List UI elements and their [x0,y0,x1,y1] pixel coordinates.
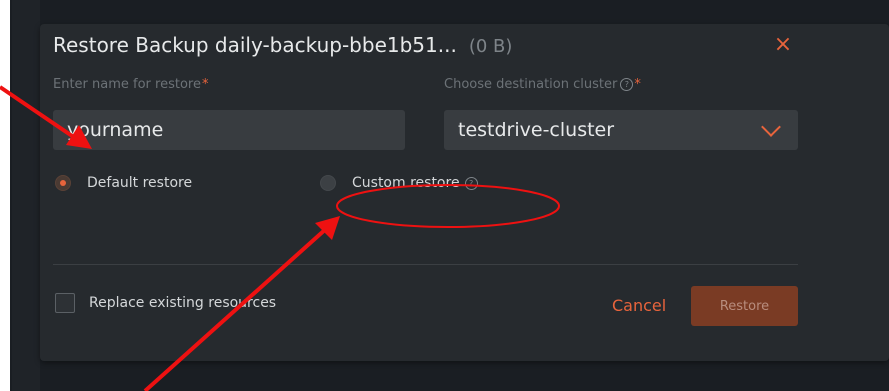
custom-restore-radio[interactable] [320,175,336,191]
help-circle-icon[interactable]: ? [464,176,478,190]
custom-restore-label: Custom restore [352,175,460,191]
destination-cluster-select[interactable]: testdrive-cluster [444,110,798,150]
custom-restore-option[interactable]: Custom restore ? [320,175,478,191]
name-label-text: Enter name for restore [53,77,201,92]
sidebar-strip [12,0,40,391]
replace-existing-checkbox[interactable] [55,293,75,313]
cancel-button[interactable]: Cancel [612,292,666,320]
dialog-title: Restore Backup daily-backup-bbe1b51... (… [53,33,512,57]
name-field-label: Enter name for restore * [53,77,208,92]
cluster-label-text: Choose destination cluster [444,77,618,92]
replace-existing-option[interactable]: Replace existing resources [55,293,276,313]
selected-cluster: testdrive-cluster [458,119,615,141]
backup-size: (0 B) [468,36,513,57]
cluster-field-label: Choose destination cluster ? * [444,77,641,92]
dialog-title-text: Restore Backup daily-backup-bbe1b51... [53,33,457,57]
chevron-down-icon [761,117,781,137]
footer-divider [53,264,798,265]
default-restore-label: Default restore [87,175,193,191]
restore-button[interactable]: Restore [691,286,798,326]
help-circle-icon[interactable]: ? [620,78,634,91]
required-marker: * [634,77,641,92]
required-marker: * [201,77,209,92]
restore-name-input[interactable] [53,110,405,150]
close-icon[interactable]: × [773,34,793,56]
replace-existing-label: Replace existing resources [89,295,277,311]
default-restore-radio[interactable] [55,175,71,191]
default-restore-option[interactable]: Default restore [55,175,192,191]
